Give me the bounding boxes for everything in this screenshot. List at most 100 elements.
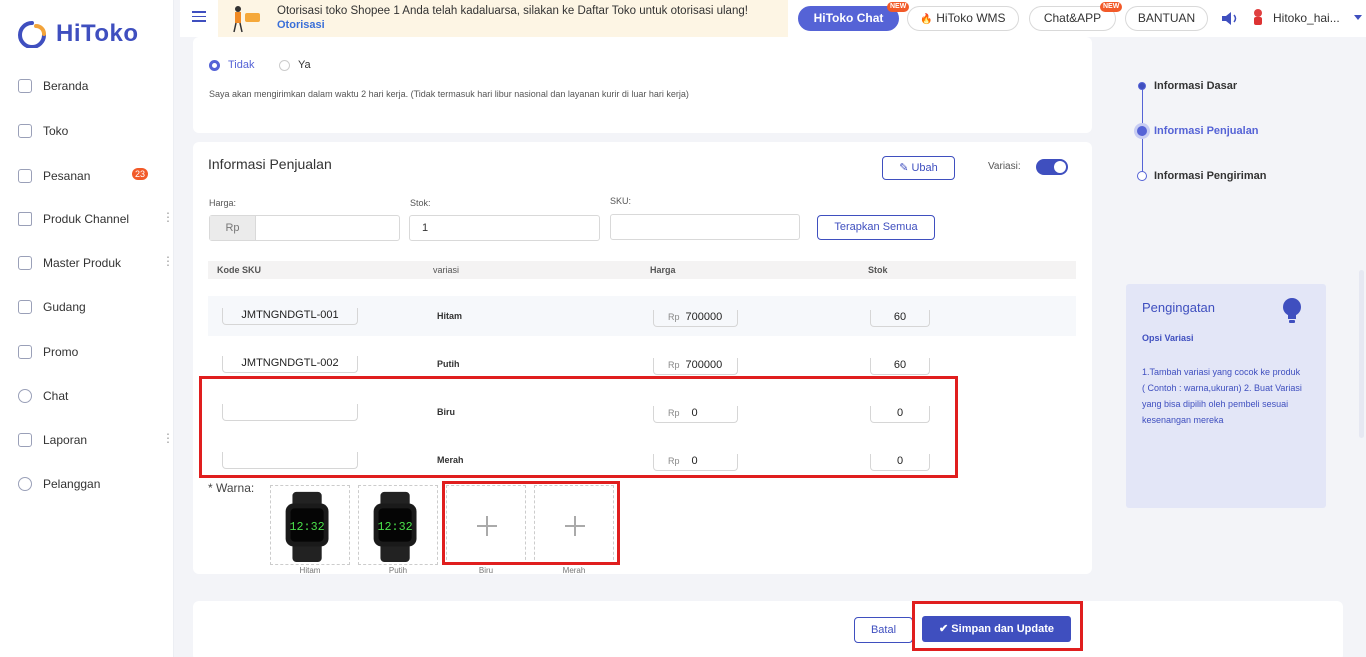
- grid-icon: [18, 212, 32, 226]
- menu-toggle-icon[interactable]: [192, 11, 206, 23]
- price-field[interactable]: Rp 0: [653, 406, 738, 423]
- sku-label: SKU:: [610, 196, 632, 206]
- currency-prefix: Rp: [668, 408, 680, 418]
- sku-input[interactable]: [610, 214, 800, 240]
- sku-field[interactable]: JMTNGNDGTL-001: [222, 308, 358, 325]
- more-vertical-icon[interactable]: ⋮: [162, 254, 174, 268]
- scrollbar[interactable]: [1359, 270, 1364, 438]
- sku-field[interactable]: [222, 404, 358, 421]
- sidebar-item-label: Laporan: [43, 433, 88, 447]
- sidebar-item-pesanan[interactable]: Pesanan 23: [18, 164, 168, 188]
- hitoko-wms-button[interactable]: 🔥 HiToko WMS: [907, 6, 1019, 31]
- radio-dot: [279, 59, 290, 71]
- radio-label: Ya: [298, 59, 311, 71]
- table-row: Merah Rp 0 0: [208, 440, 1076, 480]
- sidebar: HiToko Beranda Toko Pesanan 23 Produk Ch…: [0, 0, 174, 657]
- logo[interactable]: HiToko: [14, 20, 139, 48]
- help-button[interactable]: BANTUAN: [1125, 6, 1208, 31]
- cancel-button[interactable]: Batal: [854, 617, 913, 643]
- more-vertical-icon[interactable]: ⋮: [162, 431, 174, 445]
- sidebar-item-label: Chat: [43, 389, 69, 403]
- notice-banner: Otorisasi toko Shopee 1 Anda telah kadal…: [218, 0, 821, 37]
- order-count-badge: 23: [132, 168, 149, 180]
- sidebar-item-label: Promo: [43, 345, 79, 359]
- variation-toggle[interactable]: [1036, 159, 1068, 175]
- sidebar-item-label: Produk Channel: [43, 212, 130, 226]
- speaker-icon[interactable]: [1221, 12, 1239, 25]
- step-informasi-pengiriman[interactable]: Informasi Pengiriman: [1137, 170, 1266, 182]
- plus-icon: [565, 516, 585, 536]
- sidebar-item-produk-channel[interactable]: Produk Channel ⋮: [18, 207, 174, 231]
- sku-field[interactable]: JMTNGNDGTL-002: [222, 356, 358, 373]
- sidebar-item-toko[interactable]: Toko: [18, 119, 168, 143]
- stock-field[interactable]: 60: [870, 310, 930, 327]
- color-image-putih[interactable]: 12:32: [358, 485, 438, 565]
- stock-input[interactable]: 1: [409, 215, 600, 241]
- sku-field[interactable]: [222, 452, 358, 469]
- sidebar-item-promo[interactable]: Promo: [18, 340, 168, 364]
- tip-subtitle: Opsi Variasi: [1142, 333, 1194, 343]
- radio-tidak[interactable]: Tidak: [209, 59, 255, 71]
- step-dot: [1137, 171, 1147, 181]
- save-update-button[interactable]: ✔ Simpan dan Update: [922, 616, 1071, 642]
- sidebar-item-chat[interactable]: Chat: [18, 384, 168, 408]
- step-informasi-penjualan[interactable]: Informasi Penjualan: [1137, 125, 1259, 137]
- avatar[interactable]: [1250, 8, 1266, 26]
- sidebar-item-beranda[interactable]: Beranda: [18, 74, 168, 98]
- stock-field[interactable]: 60: [870, 358, 930, 375]
- warehouse-icon: [18, 300, 32, 314]
- shipping-card: Tidak Ya Saya akan mengirimkan dalam wak…: [193, 37, 1092, 133]
- sidebar-item-gudang[interactable]: Gudang: [18, 295, 168, 319]
- price-field[interactable]: Rp 700000: [653, 358, 738, 375]
- users-icon: [18, 477, 32, 491]
- price-label: Harga:: [209, 198, 237, 208]
- color-caption: Merah: [562, 566, 586, 575]
- sidebar-item-label: Pelanggan: [43, 477, 101, 491]
- edit-button[interactable]: ✎ Ubah: [882, 156, 955, 180]
- column-header: Harga: [650, 265, 676, 275]
- edit-button-label: Ubah: [911, 162, 938, 174]
- save-update-label: Simpan dan Update: [951, 623, 1054, 635]
- new-badge: NEW: [887, 2, 910, 12]
- stock-field[interactable]: 0: [870, 454, 930, 471]
- check-circle-icon: ✔: [939, 623, 949, 635]
- radio-ya[interactable]: Ya: [279, 59, 311, 71]
- sidebar-item-pelanggan[interactable]: Pelanggan: [18, 472, 168, 496]
- price-input[interactable]: Rp: [209, 215, 400, 241]
- variation-label: Variasi:: [988, 161, 1021, 172]
- footer-bar: [193, 601, 1343, 657]
- sidebar-item-master-produk[interactable]: Master Produk ⋮: [18, 251, 174, 275]
- color-image-hitam[interactable]: 12:32: [270, 485, 350, 565]
- sidebar-item-label: Gudang: [43, 300, 86, 314]
- step-dot: [1138, 82, 1146, 90]
- chat-icon: [18, 389, 32, 403]
- price-value: 700000: [685, 359, 723, 371]
- authorize-link[interactable]: Otorisasi: [277, 19, 325, 31]
- step-informasi-dasar[interactable]: Informasi Dasar: [1137, 80, 1237, 92]
- step-label: Informasi Pengiriman: [1154, 170, 1267, 182]
- box-icon: [18, 256, 32, 270]
- price-value: 700000: [685, 311, 723, 323]
- variant-table-header: Kode SKU variasi Harga Stok: [208, 261, 1076, 279]
- radio-label: Tidak: [228, 59, 255, 71]
- sidebar-item-laporan[interactable]: Laporan ⋮: [18, 428, 174, 452]
- more-vertical-icon[interactable]: ⋮: [162, 210, 174, 224]
- tip-title: Pengingatan: [1142, 300, 1216, 315]
- table-row: JMTNGNDGTL-002 Putih Rp 700000 60: [208, 344, 1076, 384]
- price-field[interactable]: Rp 700000: [653, 310, 738, 327]
- price-field[interactable]: Rp 0: [653, 454, 738, 471]
- currency-prefix: Rp: [668, 360, 680, 370]
- hitoko-chat-button[interactable]: HiToko Chat: [798, 6, 899, 31]
- section-title: Informasi Penjualan: [208, 156, 332, 172]
- tip-panel: Pengingatan Opsi Variasi 1.Tambah varias…: [1126, 284, 1326, 508]
- apply-all-button[interactable]: Terapkan Semua: [817, 215, 935, 240]
- color-image-merah-upload[interactable]: [534, 485, 614, 565]
- color-caption: Hitam: [299, 566, 321, 575]
- color-image-biru-upload[interactable]: [446, 485, 526, 565]
- chevron-down-icon[interactable]: [1354, 15, 1362, 20]
- pencil-icon: ✎: [899, 162, 909, 174]
- stock-field[interactable]: 0: [870, 406, 930, 423]
- user-name[interactable]: Hitoko_hai...: [1273, 11, 1340, 25]
- notice-text: Otorisasi toko Shopee 1 Anda telah kadal…: [277, 5, 748, 17]
- sidebar-item-label: Toko: [43, 124, 69, 138]
